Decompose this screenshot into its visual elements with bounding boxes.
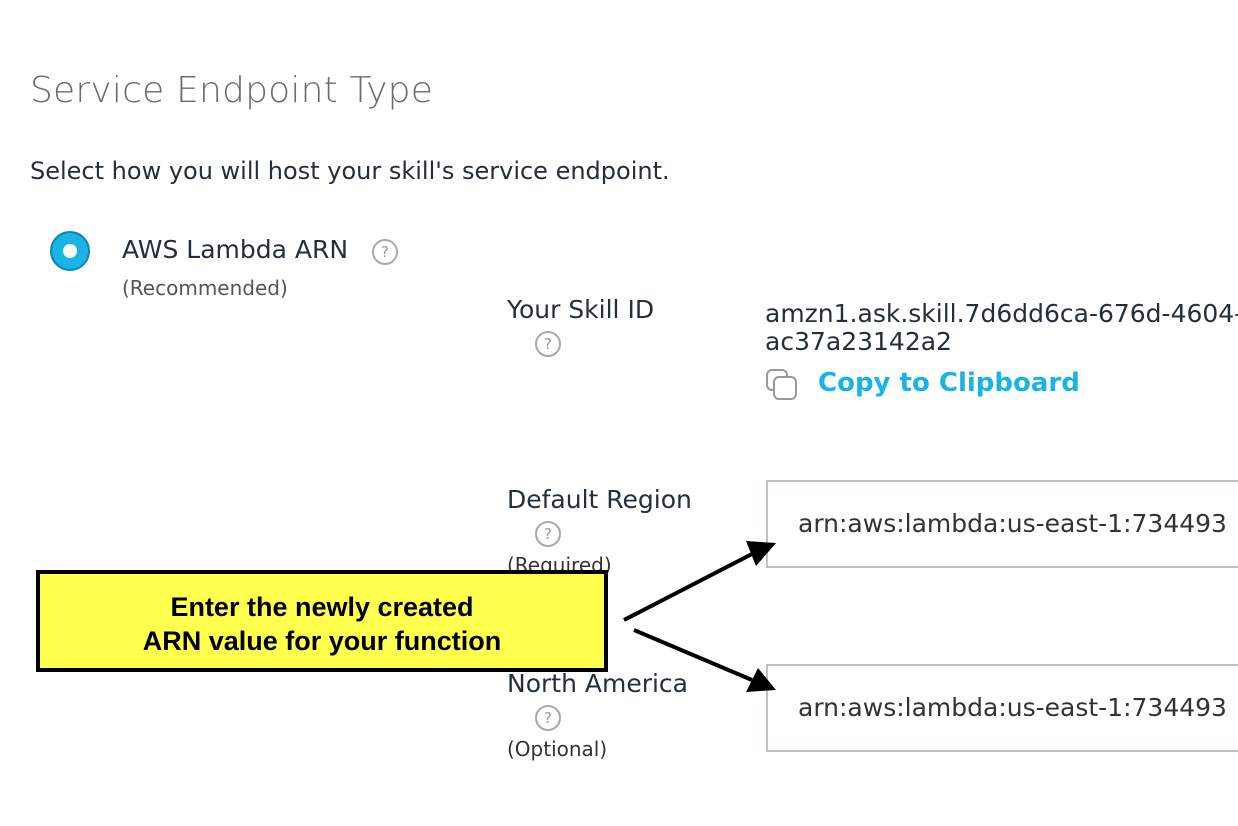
copy-icon[interactable] bbox=[765, 368, 799, 402]
optional-note: (Optional) bbox=[507, 737, 608, 761]
north-america-label: North America bbox=[507, 669, 688, 698]
radio-selected-dot bbox=[63, 244, 77, 258]
aws-lambda-label[interactable]: AWS Lambda ARN bbox=[122, 235, 348, 264]
section-subtitle: Select how you will host your skill's se… bbox=[30, 157, 670, 185]
skill-id-value-line2: ac37a23142a2 bbox=[765, 327, 952, 356]
callout-line2: ARN value for your function bbox=[142, 626, 502, 656]
aws-lambda-radio[interactable] bbox=[50, 231, 90, 271]
skill-id-value: amzn1.ask.skill.7d6dd6ca-676d-4604- ac37… bbox=[765, 300, 1238, 356]
copy-to-clipboard-link[interactable]: Copy to Clipboard bbox=[818, 368, 1080, 398]
north-america-arn-input[interactable]: arn:aws:lambda:us-east-1:734493 bbox=[766, 664, 1238, 752]
recommended-note: (Recommended) bbox=[122, 276, 288, 300]
question-circle-icon[interactable]: ? bbox=[372, 239, 398, 265]
default-region-label: Default Region bbox=[507, 485, 692, 514]
section-title: Service Endpoint Type bbox=[30, 70, 434, 111]
skill-id-label: Your Skill ID bbox=[507, 295, 655, 324]
question-circle-icon[interactable]: ? bbox=[535, 331, 561, 357]
question-circle-icon[interactable]: ? bbox=[535, 521, 561, 547]
default-region-arn-input[interactable]: arn:aws:lambda:us-east-1:734493 bbox=[766, 480, 1238, 568]
annotation-callout: Enter the newly created ARN value for yo… bbox=[36, 570, 608, 672]
arrow-upper-shaft bbox=[623, 552, 753, 622]
skill-id-value-line1: amzn1.ask.skill.7d6dd6ca-676d-4604- bbox=[765, 299, 1238, 328]
question-circle-icon[interactable]: ? bbox=[535, 705, 561, 731]
callout-line1: Enter the newly created bbox=[170, 592, 474, 622]
